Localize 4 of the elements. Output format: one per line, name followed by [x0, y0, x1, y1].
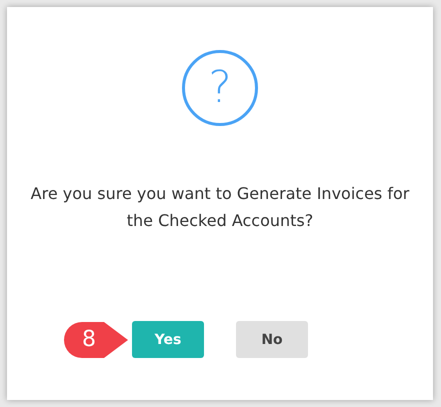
step-badge: 8	[64, 322, 128, 358]
confirmation-message: Are you sure you want to Generate Invoices for the Checked Accounts?	[30, 183, 410, 232]
question-icon: ?	[182, 50, 258, 126]
no-button[interactable]: No	[236, 321, 308, 358]
